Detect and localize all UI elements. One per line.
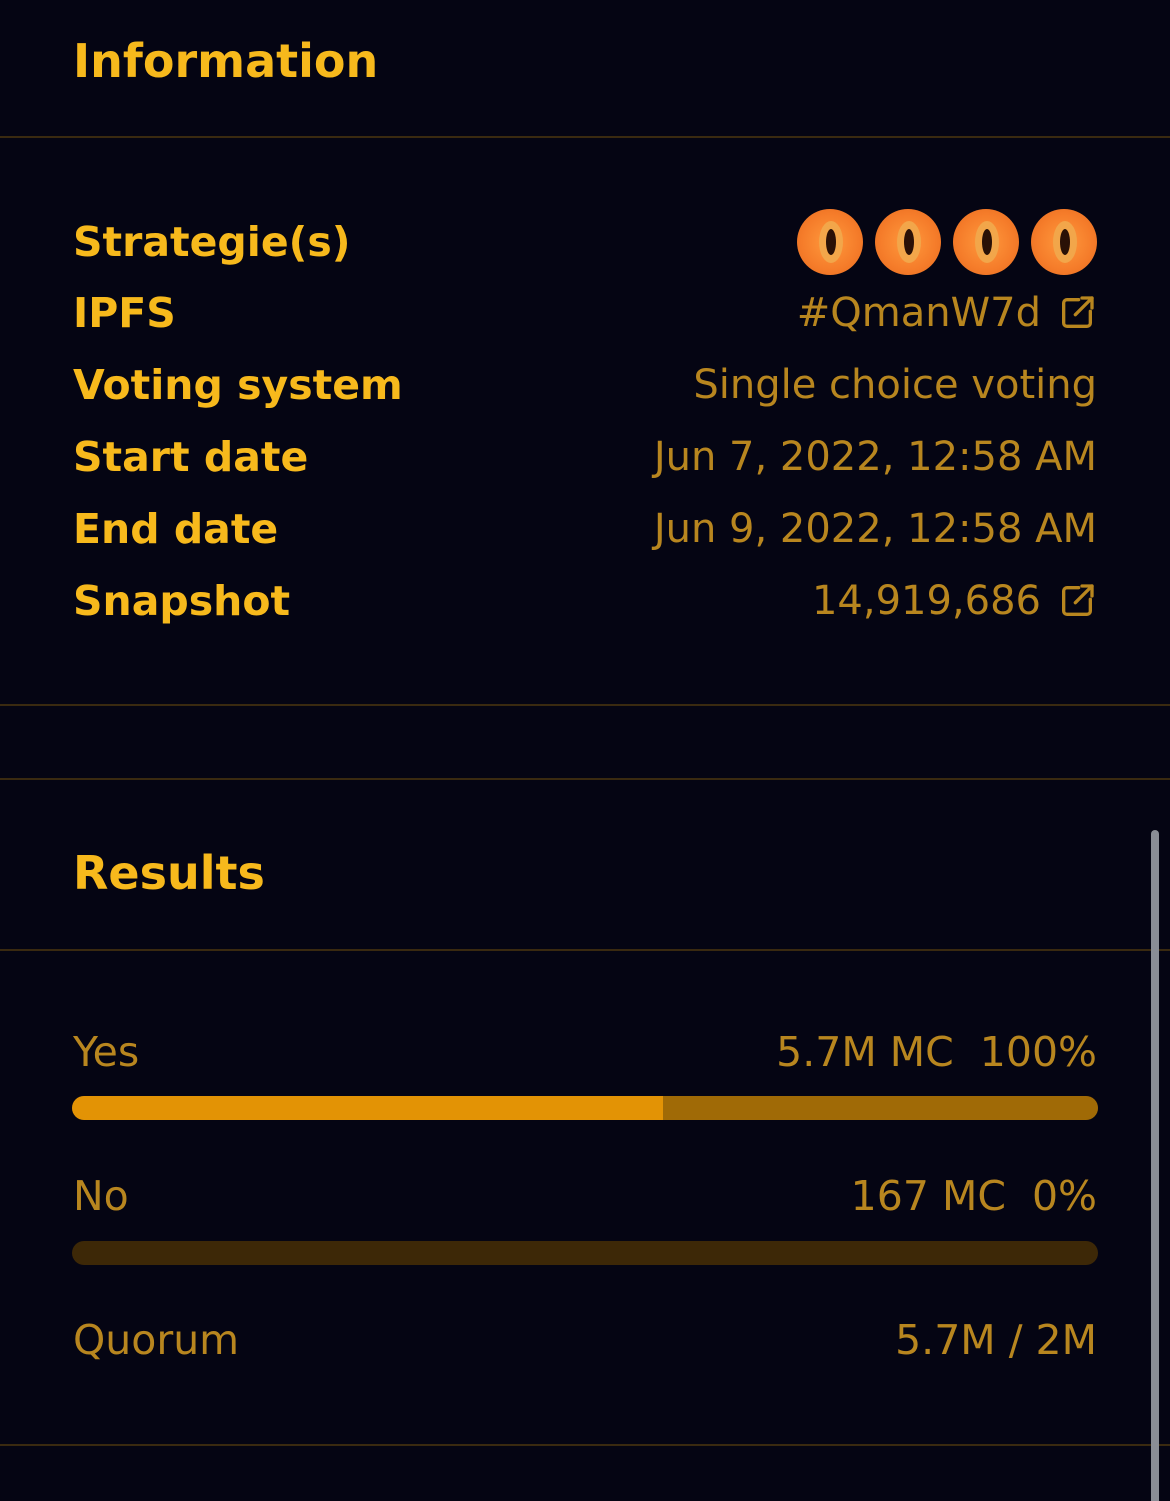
divider [0,136,1170,138]
end-date-row: End date Jun 9, 2022, 12:58 AM [73,499,1097,559]
cat-eye-token-icon[interactable] [1031,209,1097,275]
strategies-label: Strategie(s) [73,218,351,266]
choice-percent: 0% [1031,1172,1097,1220]
quorum-row: Quorum 5.7M / 2M [73,1316,1097,1364]
progress-bar-no [72,1241,1098,1265]
divider [0,949,1170,951]
ipfs-label: IPFS [73,289,176,337]
choice-amount: 167 MC [850,1172,1006,1220]
quorum-value: 5.7M / 2M [895,1316,1097,1364]
voting-system-value: Single choice voting [693,362,1097,408]
start-date-label: Start date [73,433,309,481]
information-heading: Information [73,34,379,88]
cat-eye-token-icon[interactable] [953,209,1019,275]
result-choice-no: No 167 MC 0% [73,1172,1097,1220]
divider [0,778,1170,780]
choice-percent: 100% [979,1028,1097,1076]
progress-fill [72,1096,1098,1120]
external-link-icon[interactable] [1057,293,1097,333]
ipfs-row: IPFS #QmanW7d [73,283,1097,343]
strategy-token-list[interactable] [797,209,1097,275]
start-date-row: Start date Jun 7, 2022, 12:58 AM [73,427,1097,487]
snapshot-link[interactable]: 14,919,686 [812,578,1097,624]
cat-eye-token-icon[interactable] [797,209,863,275]
result-choice-yes: Yes 5.7M MC 100% [73,1028,1097,1076]
divider [0,704,1170,706]
ipfs-link[interactable]: #QmanW7d [797,290,1097,336]
cat-eye-token-icon[interactable] [875,209,941,275]
choice-amount: 5.7M MC [776,1028,954,1076]
voting-system-row: Voting system Single choice voting [73,355,1097,415]
divider [0,1444,1170,1446]
snapshot-block[interactable]: 14,919,686 [812,578,1041,624]
choice-label: No [73,1172,129,1220]
start-date-value: Jun 7, 2022, 12:58 AM [653,434,1097,480]
results-heading: Results [73,846,265,900]
progress-bar-yes [72,1096,1098,1120]
snapshot-label: Snapshot [73,577,291,625]
snapshot-row: Snapshot 14,919,686 [73,571,1097,631]
proposal-sidebar: Information Strategie(s) IPFS #QmanW7d V… [0,0,1170,1501]
scrollbar[interactable] [1151,830,1159,1501]
strategies-row: Strategie(s) [73,209,1097,275]
ipfs-hash[interactable]: #QmanW7d [797,290,1041,336]
external-link-icon[interactable] [1057,581,1097,621]
end-date-value: Jun 9, 2022, 12:58 AM [653,506,1097,552]
end-date-label: End date [73,505,279,553]
quorum-label: Quorum [73,1316,240,1364]
voting-system-label: Voting system [73,361,403,409]
choice-label: Yes [73,1028,140,1076]
